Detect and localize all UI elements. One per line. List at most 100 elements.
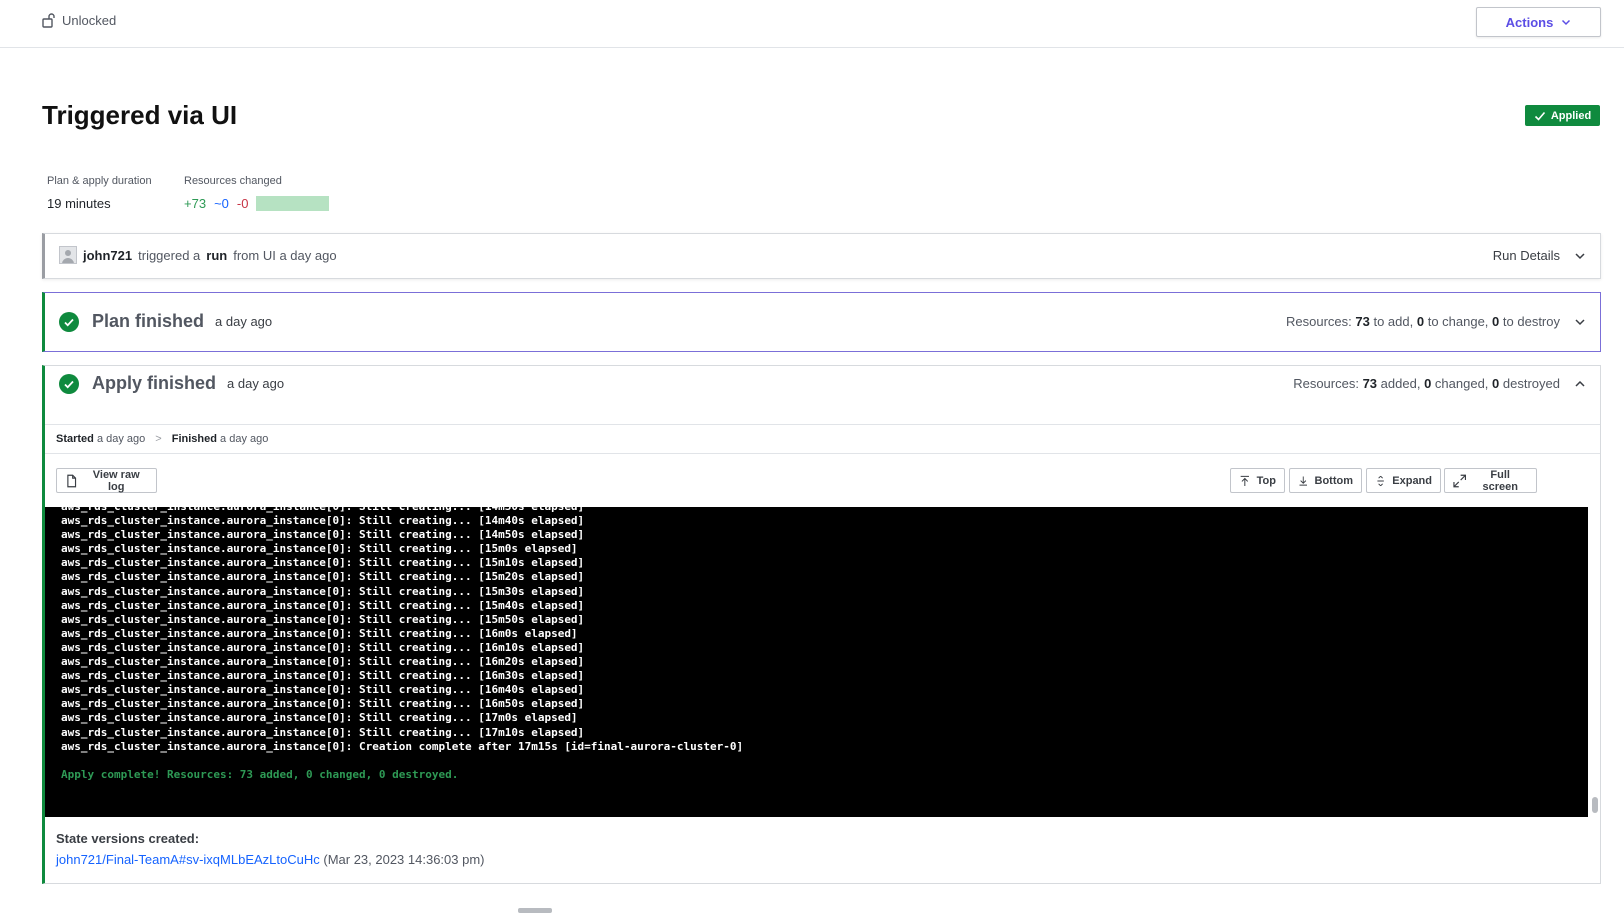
run-user[interactable]: john721: [83, 248, 132, 263]
finished-label: Finished: [171, 433, 217, 445]
expand-label: Expand: [1392, 474, 1432, 487]
duration-value: 19 minutes: [47, 196, 111, 211]
document-icon: [67, 474, 77, 487]
plan-resources-text: Resources: 73 to add, 0 to change, 0 to …: [1286, 314, 1560, 329]
bottom-button[interactable]: Bottom: [1289, 468, 1362, 493]
log-line: aws_rds_cluster_instance.aurora_instance…: [61, 711, 578, 725]
log-line: aws_rds_cluster_instance.aurora_instance…: [61, 556, 585, 570]
log-scrollbar-thumb[interactable]: [1592, 797, 1598, 813]
log-line: aws_rds_cluster_instance.aurora_instance…: [61, 507, 743, 514]
plan-change-count: 0: [1416, 314, 1425, 329]
apply-resources[interactable]: Resources: 73 added, 0 changed, 0 destro…: [1293, 376, 1586, 391]
expand-icon: [1377, 475, 1384, 486]
scroll-handle[interactable]: [518, 908, 552, 913]
check-circle-icon: [59, 311, 79, 332]
plan-destroy-count: 0: [1492, 314, 1500, 329]
log-line: aws_rds_cluster_instance.aurora_instance…: [61, 528, 585, 542]
plan-card[interactable]: Plan finished a day ago Resources: 73 to…: [42, 292, 1601, 352]
arrow-down-icon: [1299, 476, 1307, 486]
run-source-text: from UI a day ago: [233, 247, 337, 263]
chevron-down-icon: [1562, 19, 1571, 26]
top-label: Top: [1256, 474, 1276, 487]
state-version-link[interactable]: john721/Final-TeamA#sv-ixqMLbEAzLtoCuHc: [56, 852, 320, 867]
resources-change-bar: [256, 196, 330, 211]
page-title: Triggered via UI: [42, 100, 238, 130]
state-version-timestamp: (Mar 23, 2023 14:36:03 pm): [323, 852, 485, 867]
view-raw-log-label: View raw log: [92, 468, 140, 493]
log-line: aws_rds_cluster_instance.aurora_instance…: [61, 626, 578, 640]
apply-added-text: added,: [1380, 376, 1421, 391]
apply-timeline: Started a day ago > Finished a day ago: [45, 424, 1600, 454]
log-line: aws_rds_cluster_instance.aurora_instance…: [61, 683, 585, 697]
full-screen-label: Full screen: [1482, 468, 1518, 493]
apply-destroyed-text: destroyed: [1502, 376, 1560, 391]
duration-label: Plan & apply duration: [47, 175, 152, 187]
apply-header[interactable]: Apply finished a day ago: [59, 373, 284, 394]
apply-finished: Finished a day ago: [172, 433, 269, 445]
log-line: aws_rds_cluster_instance.aurora_instance…: [61, 655, 585, 669]
run-link[interactable]: run: [206, 248, 227, 263]
run-summary: john721 triggered a run from UI a day ag…: [59, 246, 337, 264]
actions-button[interactable]: Actions: [1476, 7, 1601, 37]
arrow-up-icon: [1240, 475, 1249, 486]
plan-add-count: 73: [1355, 314, 1370, 329]
plan-change-text: to change,: [1427, 314, 1489, 329]
avatar: [59, 246, 77, 264]
apply-started: Started a day ago: [56, 433, 145, 445]
apply-res-prefix: Resources:: [1293, 376, 1359, 391]
plan-resources[interactable]: Resources: 73 to add, 0 to change, 0 to …: [1286, 314, 1586, 329]
log-success-line: Apply complete! Resources: 73 added, 0 c…: [61, 767, 459, 781]
chevron-down-icon: [1575, 318, 1585, 325]
full-screen-icon: [1453, 474, 1467, 487]
log-line: aws_rds_cluster_instance.aurora_instance…: [61, 697, 585, 711]
apply-destroyed-count: 0: [1492, 376, 1500, 391]
log-line: aws_rds_cluster_instance.aurora_instance…: [61, 725, 585, 739]
bottom-label: Bottom: [1314, 474, 1354, 487]
apply-changed-count: 0: [1424, 376, 1432, 391]
log-line: aws_rds_cluster_instance.aurora_instance…: [61, 739, 744, 753]
run-triggered-text: triggered a: [138, 247, 201, 263]
log-line: aws_rds_cluster_instance.aurora_instance…: [61, 598, 585, 612]
plan-add-text: to add,: [1373, 314, 1414, 329]
log-blank-line: [61, 754, 743, 768]
resources-changed-count: ~0: [214, 196, 229, 211]
lock-status: Unlocked: [42, 12, 116, 28]
run-details-label: Run Details: [1492, 248, 1560, 263]
resources-changed-label: Resources changed: [184, 175, 282, 187]
top-bar: Unlocked Actions: [0, 0, 1624, 48]
apply-resources-text: Resources: 73 added, 0 changed, 0 destro…: [1293, 376, 1560, 391]
state-versions-label: State versions created:: [56, 831, 200, 846]
status-badge-label: Applied: [1550, 109, 1592, 122]
started-time: a day ago: [96, 433, 146, 445]
check-icon: [1534, 111, 1545, 121]
chevron-down-icon: [1575, 252, 1585, 259]
expand-button[interactable]: Expand: [1366, 468, 1441, 493]
log-terminal[interactable]: aws_rds_cluster_instance.aurora_instance…: [45, 507, 1588, 817]
top-button[interactable]: Top: [1230, 468, 1285, 493]
plan-destroy-text: to destroy: [1502, 314, 1560, 329]
plan-res-prefix: Resources:: [1285, 314, 1352, 329]
view-raw-log-button[interactable]: View raw log: [56, 468, 157, 493]
finished-time: a day ago: [220, 433, 269, 445]
check-circle-icon: [59, 373, 79, 394]
apply-time: a day ago: [227, 376, 285, 391]
run-details-toggle[interactable]: Run Details: [1493, 248, 1586, 263]
plan-header: Plan finished a day ago: [59, 311, 272, 332]
full-screen-button[interactable]: Full screen: [1444, 468, 1537, 493]
run-card[interactable]: john721 triggered a run from UI a day ag…: [42, 233, 1601, 279]
apply-added-count: 73: [1362, 376, 1378, 391]
lock-label: Unlocked: [62, 12, 117, 28]
log-line: aws_rds_cluster_instance.aurora_instance…: [61, 669, 585, 683]
chevron-up-icon: [1575, 380, 1585, 387]
log-line: aws_rds_cluster_instance.aurora_instance…: [61, 640, 585, 654]
apply-card: Apply finished a day ago Resources: 73 a…: [42, 365, 1601, 884]
log-line: aws_rds_cluster_instance.aurora_instance…: [61, 542, 578, 556]
status-badge: Applied: [1525, 105, 1600, 126]
plan-time: a day ago: [215, 314, 273, 329]
log-scrollbar[interactable]: [1590, 507, 1600, 817]
log-line: aws_rds_cluster_instance.aurora_instance…: [61, 584, 585, 598]
resources-added: +73: [184, 196, 207, 211]
resources-changed: +73 ~0 -0: [184, 196, 330, 211]
log-lines: aws_rds_cluster_instance.aurora_instance…: [61, 507, 743, 782]
apply-title: Apply finished: [92, 373, 217, 393]
